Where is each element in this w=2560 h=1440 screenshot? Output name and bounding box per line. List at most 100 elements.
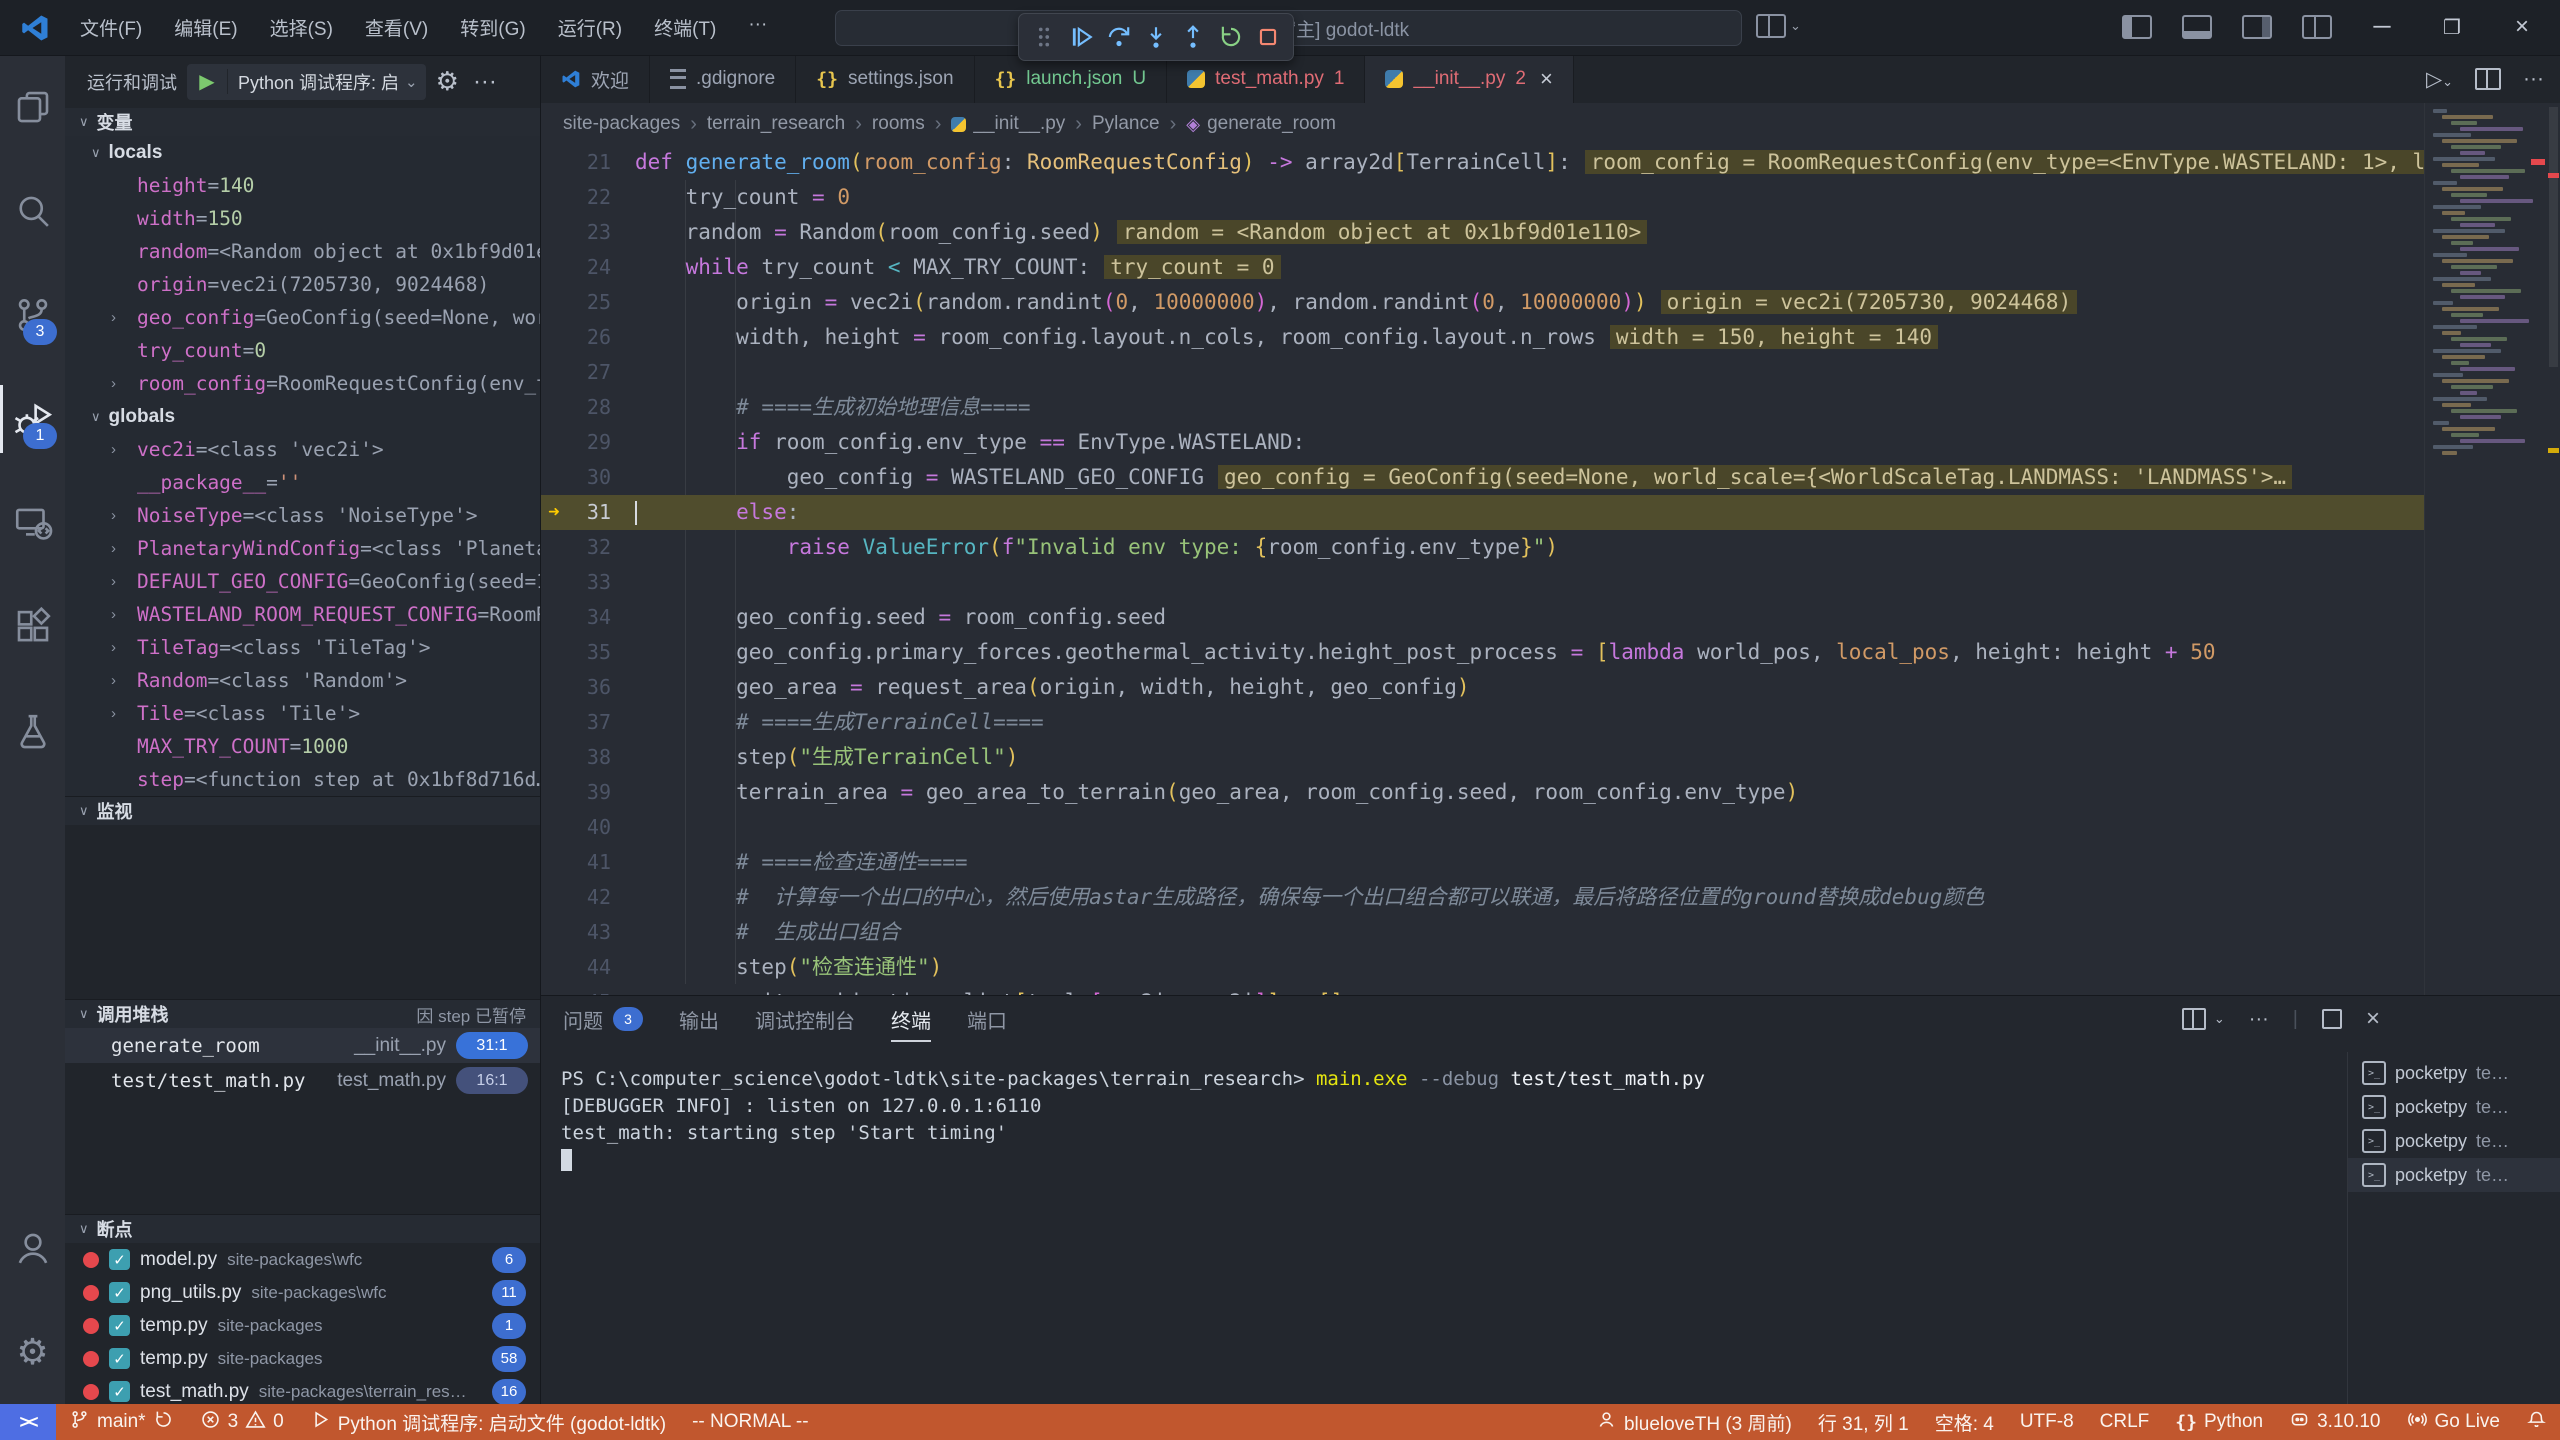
minimap[interactable] (2424, 103, 2547, 996)
variables-group-locals[interactable]: ∨locals (65, 136, 540, 169)
breakpoint-row[interactable]: ✓png_utils.pysite-packages\wfc11 (65, 1276, 540, 1309)
variable-row[interactable]: try_count = 0 (65, 334, 540, 367)
status-language[interactable]: {}Python (2162, 1404, 2276, 1440)
variable-row[interactable]: height = 140 (65, 169, 540, 202)
menu-item[interactable]: 编辑(E) (160, 10, 251, 45)
breakpoint-row[interactable]: ✓temp.pysite-packages1 (65, 1309, 540, 1342)
breadcrumb-item[interactable]: rooms (872, 113, 925, 135)
tab-close-icon[interactable]: × (1540, 66, 1553, 92)
variable-row[interactable]: ›PlanetaryWindConfig = <class 'Planeta… (65, 532, 540, 565)
menu-item[interactable]: 选择(S) (256, 10, 347, 45)
status-go-live[interactable]: Go Live (2394, 1404, 2513, 1440)
status-indentation[interactable]: 空格: 4 (1922, 1404, 2007, 1440)
status-vim-mode[interactable]: -- NORMAL -- (679, 1404, 821, 1440)
breakpoint-checkbox[interactable]: ✓ (109, 1315, 130, 1336)
step-out-icon[interactable] (1180, 24, 1206, 50)
panel-maximize-icon[interactable] (2322, 1009, 2342, 1029)
activity-source-control-icon[interactable]: 3 (0, 263, 65, 367)
breadcrumb-item[interactable]: Pylance (1092, 113, 1160, 135)
breadcrumb-item[interactable]: __init__.py (951, 113, 1065, 135)
maximize-button[interactable]: ❐ (2432, 15, 2472, 40)
watch-section-header[interactable]: ∨监视 (65, 796, 540, 825)
terminal-instance[interactable]: >_pocketpyte… (2348, 1056, 2560, 1090)
panel-tab-问题[interactable]: 问题3 (563, 996, 643, 1042)
activity-account-icon[interactable] (0, 1196, 65, 1300)
activity-run-debug-icon[interactable]: 1 (0, 367, 65, 471)
panel-tab-端口[interactable]: 端口 (967, 996, 1007, 1042)
toggle-sidebar-icon[interactable] (2122, 15, 2152, 39)
panel-close-icon[interactable]: × (2366, 1005, 2380, 1033)
breakpoint-checkbox[interactable]: ✓ (109, 1249, 130, 1270)
breakpoint-row[interactable]: ✓temp.pysite-packages58 (65, 1342, 540, 1375)
menu-item[interactable]: 查看(V) (351, 10, 442, 45)
breakpoints-section-header[interactable]: ∨断点 (65, 1214, 540, 1243)
tab-settings.json[interactable]: {}settings.json (796, 55, 974, 103)
remote-indicator[interactable]: >< (0, 1404, 56, 1440)
terminal-output[interactable]: PS C:\computer_science\godot-ldtk\site-p… (561, 1066, 2330, 1396)
stack-frame[interactable]: generate_room__init__.py31:1 (65, 1028, 540, 1063)
continue-icon[interactable] (1068, 24, 1094, 50)
variable-row[interactable]: __package__ = '' (65, 466, 540, 499)
variable-row[interactable]: ›DEFAULT_GEO_CONFIG = GeoConfig(seed=1… (65, 565, 540, 598)
layout-switcher-icon[interactable]: ⌄ (1756, 14, 1801, 38)
variable-row[interactable]: ›WASTELAND_ROOM_REQUEST_CONFIG = RoomR… (65, 598, 540, 631)
toggle-panel-icon[interactable] (2182, 15, 2212, 39)
menu-item[interactable]: 终端(T) (640, 10, 730, 45)
start-debug-icon[interactable]: ▶ (187, 69, 228, 94)
activity-search-icon[interactable] (0, 159, 65, 263)
activity-settings-gear-icon[interactable]: ⚙ (0, 1300, 65, 1404)
panel-tab-终端[interactable]: 终端 (891, 996, 931, 1042)
activity-extensions-icon[interactable] (0, 575, 65, 679)
variable-row[interactable]: random = <Random object at 0x1bf9d01e… (65, 235, 540, 268)
status-eol[interactable]: CRLF (2087, 1404, 2163, 1440)
variable-row[interactable]: ›geo_config = GeoConfig(seed=None, wor… (65, 301, 540, 334)
step-over-icon[interactable] (1106, 24, 1132, 50)
variable-row[interactable]: MAX_TRY_COUNT = 1000 (65, 730, 540, 763)
run-python-file-icon[interactable]: ▷⌄ (2426, 67, 2453, 92)
variables-group-globals[interactable]: ∨globals (65, 400, 540, 433)
variable-row[interactable]: ›TileTag = <class 'TileTag'> (65, 631, 540, 664)
variable-row[interactable]: origin = vec2i(7205730, 9024468) (65, 268, 540, 301)
variable-row[interactable]: ›NoiseType = <class 'NoiseType'> (65, 499, 540, 532)
toggle-secondary-sidebar-icon[interactable] (2242, 15, 2272, 39)
launch-config-select[interactable]: ▶ Python 调试程序: 启 ⌄ (187, 64, 426, 100)
variable-row[interactable]: step = <function step at 0x1bf8d716d… (65, 763, 540, 796)
panel-tab-输出[interactable]: 输出 (679, 996, 719, 1042)
close-window-button[interactable]: × (2502, 13, 2542, 41)
tab-.gdignore[interactable]: .gdignore (650, 55, 796, 103)
debug-gear-icon[interactable]: ⚙ (436, 66, 459, 97)
split-terminal-icon[interactable] (2182, 1008, 2206, 1030)
breakpoint-row[interactable]: ✓model.pysite-packages\wfc6 (65, 1243, 540, 1276)
toolbar-gripper[interactable] (1031, 24, 1057, 50)
status-py-version[interactable]: 3.10.10 (2276, 1404, 2393, 1440)
menu-item[interactable]: ··· (734, 10, 781, 45)
activity-explorer-icon[interactable] (0, 55, 65, 159)
panel-more-icon[interactable]: ··· (2249, 1008, 2269, 1031)
status-branch[interactable]: main* (56, 1404, 187, 1440)
editor-more-icon[interactable]: ··· (2523, 67, 2544, 91)
variable-row[interactable]: ›vec2i = <class 'vec2i'> (65, 433, 540, 466)
restart-icon[interactable] (1218, 24, 1244, 50)
variables-section-header[interactable]: ∨变量 (65, 108, 540, 136)
variable-row[interactable]: ›room_config = RoomRequestConfig(env_t… (65, 367, 540, 400)
split-editor-icon[interactable] (2475, 68, 2501, 90)
status-encoding[interactable]: UTF-8 (2007, 1404, 2087, 1440)
status-notifications[interactable] (2513, 1404, 2560, 1440)
breadcrumb-item[interactable]: terrain_research (707, 113, 845, 135)
variable-row[interactable]: width = 150 (65, 202, 540, 235)
breadcrumb-item[interactable]: ◈generate_room (1186, 113, 1336, 135)
terminal-instance[interactable]: >_pocketpyte… (2348, 1158, 2560, 1192)
activity-remote-explorer-icon[interactable] (0, 471, 65, 575)
status-cursor-position[interactable]: 行 31, 列 1 (1805, 1404, 1922, 1440)
panel-tab-调试控制台[interactable]: 调试控制台 (755, 996, 855, 1042)
tab-__init__.py[interactable]: __init__.py2× (1365, 55, 1573, 103)
terminal-instance[interactable]: >_pocketpyte… (2348, 1124, 2560, 1158)
status-debug-config[interactable]: Python 调试程序: 启动文件 (godot-ldtk) (297, 1404, 679, 1440)
customize-layout-icon[interactable] (2302, 15, 2332, 39)
status-problems[interactable]: 30 (187, 1404, 297, 1440)
menu-item[interactable]: 转到(G) (446, 10, 539, 45)
variable-row[interactable]: ›Tile = <class 'Tile'> (65, 697, 540, 730)
step-into-icon[interactable] (1143, 24, 1169, 50)
terminal-instance[interactable]: >_pocketpyte… (2348, 1090, 2560, 1124)
editor-scrollbar[interactable] (2547, 103, 2560, 996)
